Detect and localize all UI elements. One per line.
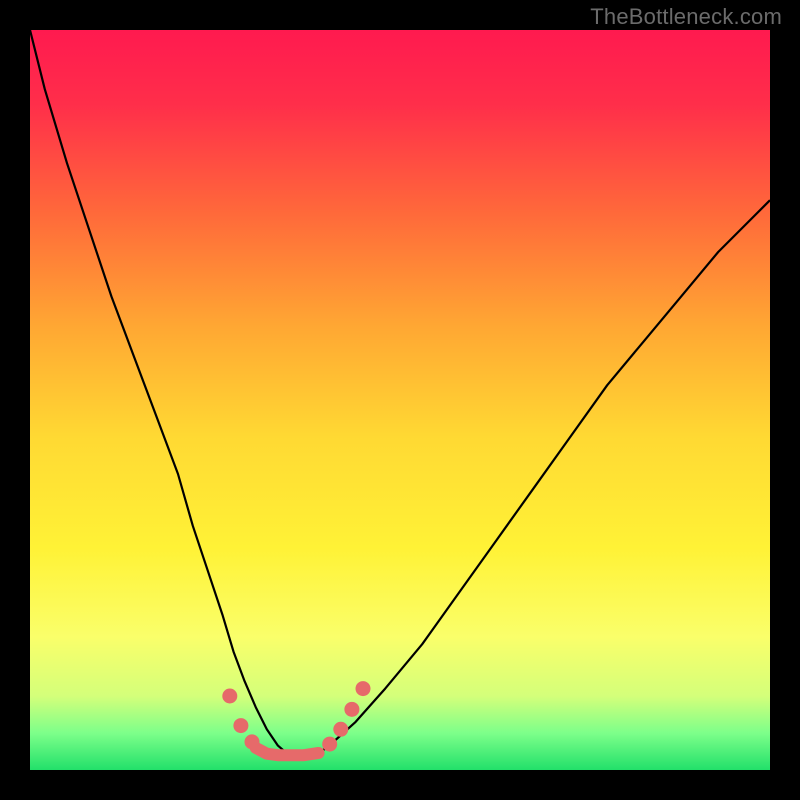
marker-dot [322, 737, 337, 752]
marker-dot [233, 718, 248, 733]
marker-dot [356, 681, 371, 696]
marker-dot [333, 722, 348, 737]
marker-dot [245, 734, 260, 749]
outer-frame: TheBottleneck.com [0, 0, 800, 800]
watermark-text: TheBottleneck.com [590, 4, 782, 30]
marker-dot [344, 702, 359, 717]
chart-background [30, 30, 770, 770]
marker-dot [222, 689, 237, 704]
bottleneck-chart [30, 30, 770, 770]
